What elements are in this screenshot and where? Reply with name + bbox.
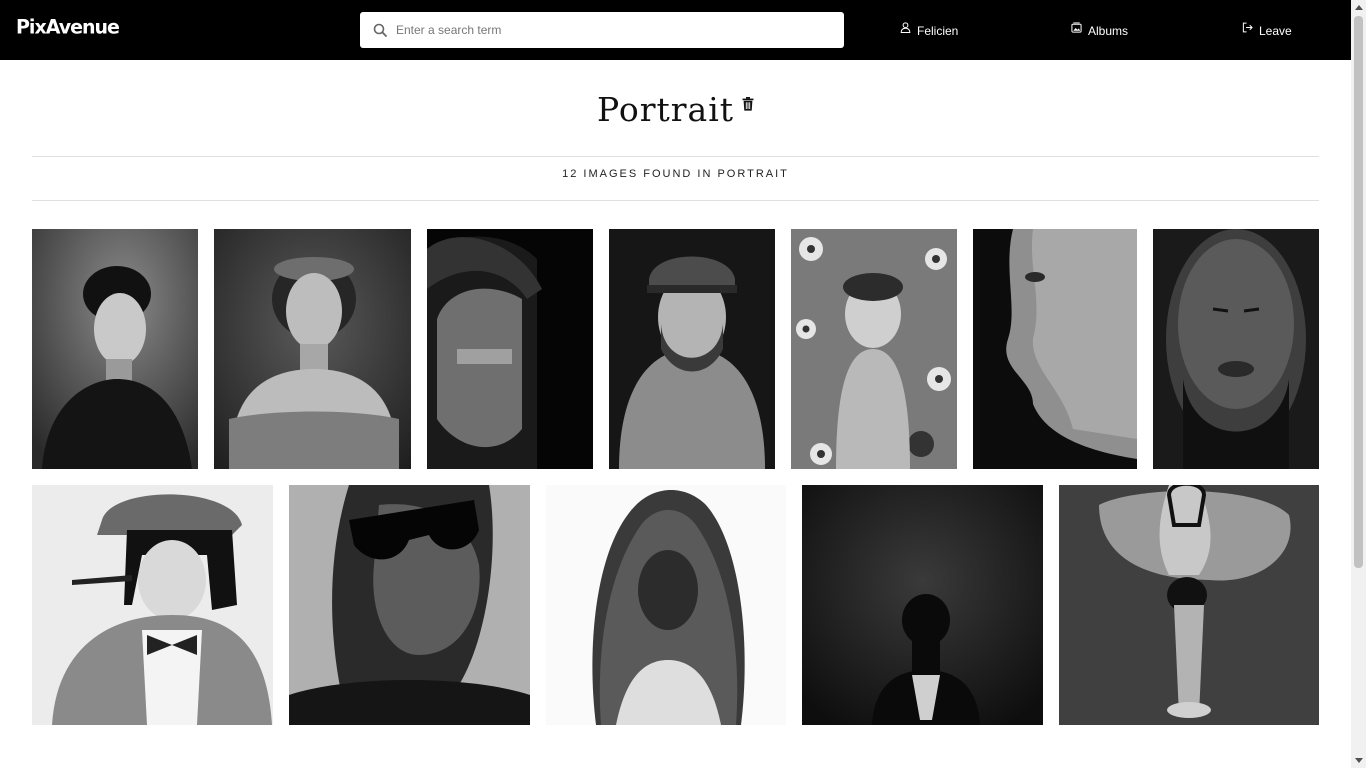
logo[interactable]: PixAvenue <box>16 15 120 38</box>
nav-albums-link[interactable]: Albums <box>1071 22 1128 40</box>
search-box[interactable] <box>360 12 844 48</box>
divider-top <box>32 156 1319 157</box>
photo-man-water-drops[interactable] <box>1153 229 1319 469</box>
albums-icon <box>1071 22 1082 33</box>
photo-woman-profile[interactable] <box>973 229 1137 469</box>
photo-woman-bare-back[interactable] <box>802 485 1043 725</box>
scroll-up-arrow-icon[interactable] <box>1355 5 1363 10</box>
photo-ballerina-bowing[interactable] <box>1059 485 1319 725</box>
nav-leave-link[interactable]: Leave <box>1242 22 1292 40</box>
photo-woman-in-flowers[interactable] <box>791 229 957 469</box>
nav-user-link[interactable]: Felicien <box>900 22 958 40</box>
logout-icon <box>1242 22 1253 33</box>
scroll-down-arrow-icon[interactable] <box>1355 758 1363 763</box>
top-navigation-bar: PixAvenue Felicien Albums Leave <box>0 0 1351 60</box>
divider-bottom <box>32 200 1319 201</box>
photo-woman-fur-hood[interactable] <box>546 485 786 725</box>
nav-albums-label: Albums <box>1088 24 1129 38</box>
photo-man-sunglasses[interactable] <box>289 485 530 725</box>
photo-boy-shadowed-face[interactable] <box>427 229 593 469</box>
search-icon <box>373 23 387 37</box>
album-header: Portrait <box>0 90 1351 129</box>
search-input[interactable] <box>396 20 826 40</box>
album-title: Portrait <box>596 90 735 129</box>
page-scrollbar[interactable] <box>1351 0 1366 768</box>
photo-woman-pipe-tweed-cap[interactable] <box>32 485 273 725</box>
image-count: 12 IMAGES FOUND IN PORTRAIT <box>562 168 789 180</box>
user-icon <box>900 22 911 33</box>
photo-woman-dark-turtleneck[interactable] <box>32 229 198 469</box>
photo-bearded-man-cap-hoodie[interactable] <box>609 229 775 469</box>
nav-leave-label: Leave <box>1259 24 1292 38</box>
nav-user-label: Felicien <box>917 24 959 38</box>
photo-woman-floral-crown[interactable] <box>214 229 411 469</box>
scrollbar-thumb[interactable] <box>1354 16 1363 568</box>
trash-icon[interactable] <box>742 96 754 111</box>
